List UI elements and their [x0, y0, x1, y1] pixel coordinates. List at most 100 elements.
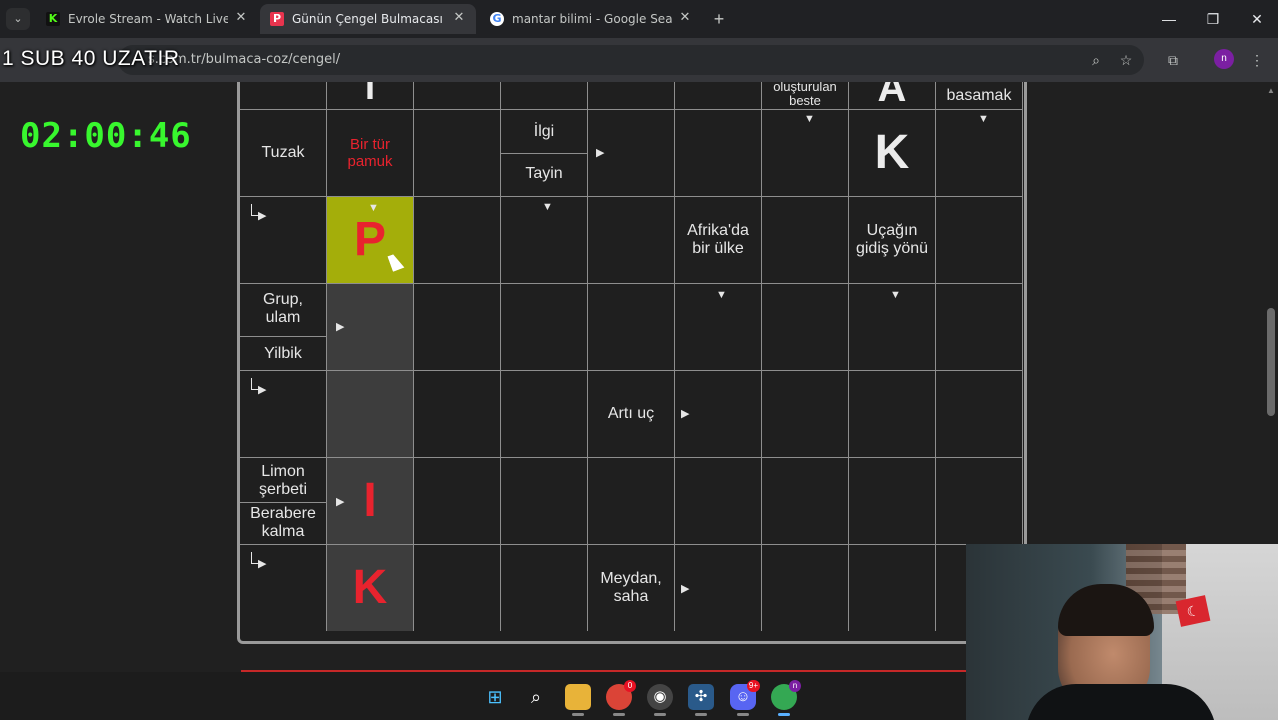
discord-icon[interactable]: ☺ 9+	[730, 680, 760, 716]
grid-cell[interactable]	[588, 82, 675, 110]
extensions-icon[interactable]: ⧉	[1162, 49, 1184, 71]
windows-start-icon[interactable]: ⊞	[482, 684, 508, 710]
bookmark-star-icon[interactable]: ☆	[1116, 50, 1136, 70]
arrow-right-icon: ▶	[681, 583, 690, 595]
arrow-right-icon: ▶	[681, 408, 690, 420]
arrow-down-icon: ▼	[716, 289, 727, 301]
grid-cell[interactable]	[762, 371, 849, 458]
obs-icon[interactable]: ◉	[647, 684, 673, 716]
webcam-person-body	[1026, 684, 1216, 720]
grid-cell[interactable]	[849, 458, 936, 545]
grid-cell[interactable]	[588, 197, 675, 284]
grid-cell[interactable]	[849, 545, 936, 631]
clue-cell-tuzak: Tuzak	[240, 110, 327, 197]
chrome-icon[interactable]: 0	[606, 680, 636, 716]
search-icon[interactable]: ⌕	[523, 684, 549, 710]
grid-cell[interactable]	[675, 110, 762, 197]
tab-close-icon[interactable]: ✕	[676, 9, 694, 27]
grid-cell[interactable]: I	[327, 82, 414, 110]
grid-cell[interactable]	[414, 197, 501, 284]
arrow-right-icon: ▶	[336, 496, 345, 508]
arrow-down-icon: ▼	[890, 289, 901, 301]
grid-cell[interactable]	[414, 110, 501, 197]
tab-title: mantar bilimi - Google Search	[512, 12, 672, 26]
grid-cell[interactable]	[849, 371, 936, 458]
arrow-right-icon: ▶	[258, 558, 267, 570]
grid-cell[interactable]	[414, 371, 501, 458]
clue-cell-split: İlgi Tayin	[501, 110, 588, 197]
clue-cell-meydan: Meydan, saha	[588, 545, 675, 631]
grid-cell[interactable]	[936, 458, 1023, 545]
scrollbar-thumb[interactable]	[1267, 308, 1275, 416]
grid-cell[interactable]	[414, 545, 501, 631]
clue-cell-afrika: Afrika'da bir ülke	[675, 197, 762, 284]
grid-cell[interactable]	[762, 197, 849, 284]
clue-berabere: Berabere kalma	[250, 505, 316, 540]
arrow-down-icon: ▼	[978, 113, 989, 125]
tab-evrole-stream[interactable]: K Evrole Stream - Watch Live on K ✕	[36, 4, 258, 34]
app-icon[interactable]: ✣	[688, 684, 714, 716]
grid-cell[interactable]	[501, 82, 588, 110]
grid-cell[interactable]	[588, 458, 675, 545]
zoom-icon[interactable]: ⌕	[1086, 50, 1106, 70]
stream-timer: 02:00:46	[20, 116, 192, 156]
menu-kebab-icon[interactable]: ⋮	[1246, 49, 1268, 71]
grid-cell[interactable]	[762, 284, 849, 371]
grid-cell[interactable]	[501, 284, 588, 371]
tab-close-icon[interactable]: ✕	[450, 9, 468, 27]
tab-title: Günün Çengel Bulmacası - Bug	[292, 12, 446, 26]
tab-search-chevron-icon[interactable]: ⌄	[6, 8, 30, 30]
arrow-down-icon: ▼	[368, 202, 379, 214]
grid-cell[interactable]	[414, 82, 501, 110]
new-tab-plus-icon[interactable]: +	[708, 8, 730, 30]
chrome-profile-icon[interactable]: n	[771, 680, 801, 716]
minimize-icon[interactable]: —	[1154, 8, 1184, 30]
clue-tayin: Tayin	[525, 165, 563, 182]
arrow-right-icon: ▶	[258, 210, 267, 222]
clue-cell-basamak: basamak	[936, 82, 1023, 110]
grid-cell[interactable]: K	[327, 545, 414, 631]
grid-cell[interactable]: A	[849, 82, 936, 110]
clue-cell-arti-uc: Artı uç	[588, 371, 675, 458]
profile-avatar[interactable]: n	[1214, 49, 1234, 69]
grid-cell[interactable]	[327, 371, 414, 458]
tab-title: Evrole Stream - Watch Live on K	[68, 12, 228, 26]
windows-taskbar: ⊞ ⌕ 0 ◉ ✣ ☺ 9+ n	[0, 672, 966, 720]
restore-icon[interactable]: ❐	[1198, 8, 1228, 30]
clue-divider	[240, 502, 327, 503]
clue-ilgi: İlgi	[533, 123, 555, 140]
clue-limon: Limon şerbeti	[258, 463, 308, 498]
grid-cell[interactable]	[240, 82, 327, 110]
grid-cell[interactable]	[936, 197, 1023, 284]
grid-cell[interactable]	[762, 545, 849, 631]
crossword-board: I kalmadan oluşturulan beste A basamak T…	[237, 82, 1027, 644]
grid-cell[interactable]	[501, 545, 588, 631]
webcam-feed: ☾	[966, 544, 1278, 720]
address-bar[interactable]: s.com.tr/bulmaca-coz/cengel/ ⌕ ☆	[118, 45, 1144, 75]
arrow-down-icon: ▼	[542, 201, 553, 213]
grid-cell[interactable]	[501, 458, 588, 545]
grid-cell[interactable]	[501, 371, 588, 458]
google-icon: G	[490, 12, 504, 26]
tab-cengel-bulmaca[interactable]: P Günün Çengel Bulmacası - Bug ✕	[260, 4, 476, 34]
scroll-up-icon[interactable]: ▲	[1266, 86, 1276, 96]
grid-cell[interactable]	[675, 458, 762, 545]
grid-cell[interactable]	[762, 458, 849, 545]
screen: ⌄ K Evrole Stream - Watch Live on K ✕ P …	[0, 0, 1278, 720]
grid-cell[interactable]	[588, 284, 675, 371]
grid-cell[interactable]: K	[849, 110, 936, 197]
arrow-right-icon: ▶	[596, 147, 605, 159]
file-explorer-icon[interactable]	[565, 684, 591, 716]
tab-close-icon[interactable]: ✕	[232, 9, 250, 27]
grid-cell[interactable]	[414, 284, 501, 371]
clue-cell-split: Grup, ulam Yilbik	[240, 284, 327, 371]
browser-toolbar: s.com.tr/bulmaca-coz/cengel/ ⌕ ☆	[0, 38, 1278, 82]
grid-cell[interactable]	[675, 82, 762, 110]
grid-cell[interactable]	[936, 371, 1023, 458]
clue-divider	[240, 336, 327, 337]
grid-cell[interactable]	[936, 284, 1023, 371]
grid-cell[interactable]	[414, 458, 501, 545]
arrow-down-icon: ▼	[804, 113, 815, 125]
tab-google-search[interactable]: G mantar bilimi - Google Search ✕	[480, 4, 702, 34]
close-window-icon[interactable]: ✕	[1242, 8, 1272, 30]
